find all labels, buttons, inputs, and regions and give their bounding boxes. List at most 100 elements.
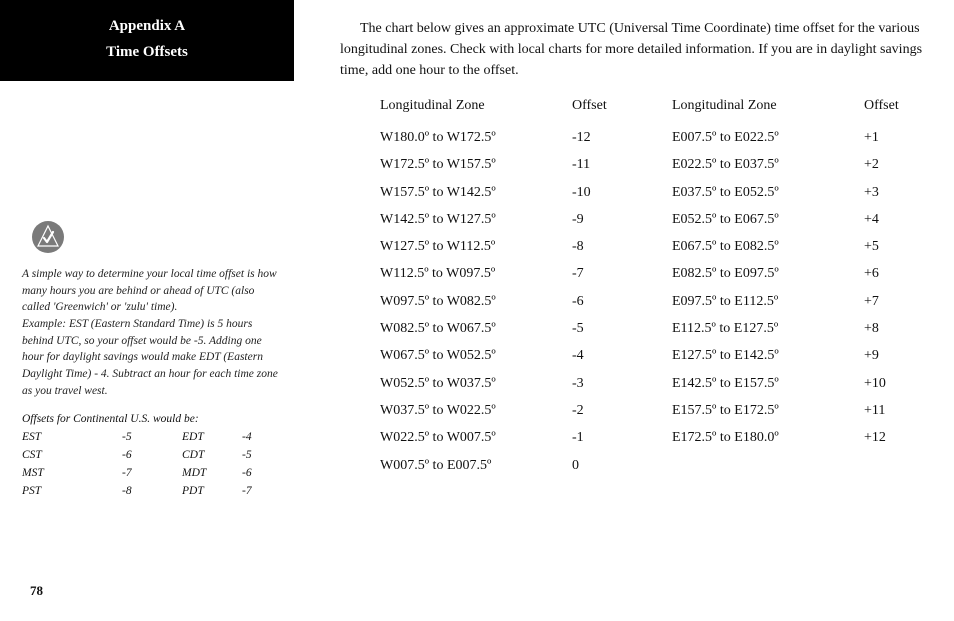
zone-cell: E007.5º to E022.5º <box>672 124 864 151</box>
main-content: The chart below gives an approximate UTC… <box>310 0 954 621</box>
zone-cell: E157.5º to E172.5º <box>672 397 864 424</box>
table-row: E067.5º to E082.5º +5 <box>672 233 924 260</box>
tip-text: A simple way to determine your local tim… <box>20 266 290 399</box>
table-row: E112.5º to E127.5º +8 <box>672 315 924 342</box>
zone-cell: E037.5º to E052.5º <box>672 179 864 206</box>
offset-cell: +6 <box>864 260 924 287</box>
zone-cell: E142.5º to E157.5º <box>672 370 864 397</box>
zone-cell: E022.5º to E037.5º <box>672 151 864 178</box>
table-body-left: W180.0º to W172.5º -12 W172.5º to W157.5… <box>380 124 632 479</box>
table-row: W067.5º to W052.5º -4 <box>380 342 632 369</box>
zone-cell: W127.5º to W112.5º <box>380 233 572 260</box>
sidebar: Appendix A Time Offsets A simple way to … <box>0 0 310 621</box>
offset-cell: +2 <box>864 151 924 178</box>
us-offset-row: CST -6 CDT -5 <box>22 447 290 465</box>
us-std-offset: -8 <box>122 483 182 501</box>
table-row: W157.5º to W142.5º -10 <box>380 179 632 206</box>
offset-cell: -10 <box>572 179 632 206</box>
header-offset: Offset <box>572 95 632 116</box>
us-offset-row: EST -5 EDT -4 <box>22 429 290 447</box>
offset-cell: -5 <box>572 315 632 342</box>
offset-cell: +4 <box>864 206 924 233</box>
us-offsets-title: Offsets for Continental U.S. would be: <box>20 413 290 425</box>
offset-cell: +5 <box>864 233 924 260</box>
table-row: E157.5º to E172.5º +11 <box>672 397 924 424</box>
zone-cell: W172.5º to W157.5º <box>380 151 572 178</box>
table-row: E142.5º to E157.5º +10 <box>672 370 924 397</box>
header-offset: Offset <box>864 95 924 116</box>
header-zone: Longitudinal Zone <box>672 95 864 116</box>
table-row: E052.5º to E067.5º +4 <box>672 206 924 233</box>
table-row: W037.5º to W022.5º -2 <box>380 397 632 424</box>
us-offset-row: MST -7 MDT -6 <box>22 465 290 483</box>
offset-cell: -7 <box>572 260 632 287</box>
zone-cell: W037.5º to W022.5º <box>380 397 572 424</box>
offset-cell: -9 <box>572 206 632 233</box>
offset-cell: -11 <box>572 151 632 178</box>
us-std-offset: -5 <box>122 429 182 447</box>
zone-cell: W052.5º to W037.5º <box>380 370 572 397</box>
us-std-zone: MST <box>22 465 122 483</box>
table-row: W127.5º to W112.5º -8 <box>380 233 632 260</box>
offset-cell: 0 <box>572 452 632 479</box>
offset-cell: -2 <box>572 397 632 424</box>
table-row: W172.5º to W157.5º -11 <box>380 151 632 178</box>
table-header: Longitudinal Zone Offset <box>672 95 924 116</box>
offset-cell: +1 <box>864 124 924 151</box>
table-header: Longitudinal Zone Offset <box>380 95 632 116</box>
zone-cell: E127.5º to E142.5º <box>672 342 864 369</box>
us-offset-row: PST -8 PDT -7 <box>22 483 290 501</box>
us-dst-offset: -7 <box>242 483 282 501</box>
offset-table-left: Longitudinal Zone Offset W180.0º to W172… <box>380 95 632 479</box>
zone-cell: W082.5º to W067.5º <box>380 315 572 342</box>
appendix-title-line2: Time Offsets <box>0 40 294 66</box>
table-row: W022.5º to W007.5º -1 <box>380 424 632 451</box>
table-row: E172.5º to E180.0º +12 <box>672 424 924 451</box>
zone-cell: E172.5º to E180.0º <box>672 424 864 451</box>
zone-cell: W157.5º to W142.5º <box>380 179 572 206</box>
offset-cell: +9 <box>864 342 924 369</box>
offset-cell: -4 <box>572 342 632 369</box>
us-dst-zone: PDT <box>182 483 242 501</box>
page-number: 78 <box>30 583 43 599</box>
checkmark-triangle-icon <box>32 221 64 258</box>
offset-cell: +11 <box>864 397 924 424</box>
us-std-zone: EST <box>22 429 122 447</box>
us-dst-zone: MDT <box>182 465 242 483</box>
table-row: E037.5º to E052.5º +3 <box>672 179 924 206</box>
table-row: W052.5º to W037.5º -3 <box>380 370 632 397</box>
offset-cell: +3 <box>864 179 924 206</box>
offset-cell: +10 <box>864 370 924 397</box>
offset-cell: +12 <box>864 424 924 451</box>
zone-cell: W097.5º to W082.5º <box>380 288 572 315</box>
table-row: E097.5º to E112.5º +7 <box>672 288 924 315</box>
offset-cell: +7 <box>864 288 924 315</box>
us-std-offset: -7 <box>122 465 182 483</box>
zone-cell: E082.5º to E097.5º <box>672 260 864 287</box>
offset-cell: +8 <box>864 315 924 342</box>
zone-cell: E067.5º to E082.5º <box>672 233 864 260</box>
zone-cell: E052.5º to E067.5º <box>672 206 864 233</box>
us-offsets-table: EST -5 EDT -4 CST -6 CDT -5 MST -7 MDT -… <box>20 429 290 500</box>
zone-cell: W112.5º to W097.5º <box>380 260 572 287</box>
table-row: W112.5º to W097.5º -7 <box>380 260 632 287</box>
zone-cell: W022.5º to W007.5º <box>380 424 572 451</box>
table-row: E127.5º to E142.5º +9 <box>672 342 924 369</box>
offset-cell: -6 <box>572 288 632 315</box>
us-dst-zone: EDT <box>182 429 242 447</box>
header-zone: Longitudinal Zone <box>380 95 572 116</box>
offset-cell: -8 <box>572 233 632 260</box>
us-dst-zone: CDT <box>182 447 242 465</box>
us-dst-offset: -6 <box>242 465 282 483</box>
zone-cell: W007.5º to E007.5º <box>380 452 572 479</box>
table-body-right: E007.5º to E022.5º +1 E022.5º to E037.5º… <box>672 124 924 452</box>
table-row: W097.5º to W082.5º -6 <box>380 288 632 315</box>
us-dst-offset: -4 <box>242 429 282 447</box>
table-row: W180.0º to W172.5º -12 <box>380 124 632 151</box>
offset-tables: Longitudinal Zone Offset W180.0º to W172… <box>340 95 924 479</box>
us-std-zone: PST <box>22 483 122 501</box>
appendix-header: Appendix A Time Offsets <box>0 0 294 81</box>
page: Appendix A Time Offsets A simple way to … <box>0 0 954 621</box>
offset-cell: -12 <box>572 124 632 151</box>
offset-table-right: Longitudinal Zone Offset E007.5º to E022… <box>672 95 924 479</box>
